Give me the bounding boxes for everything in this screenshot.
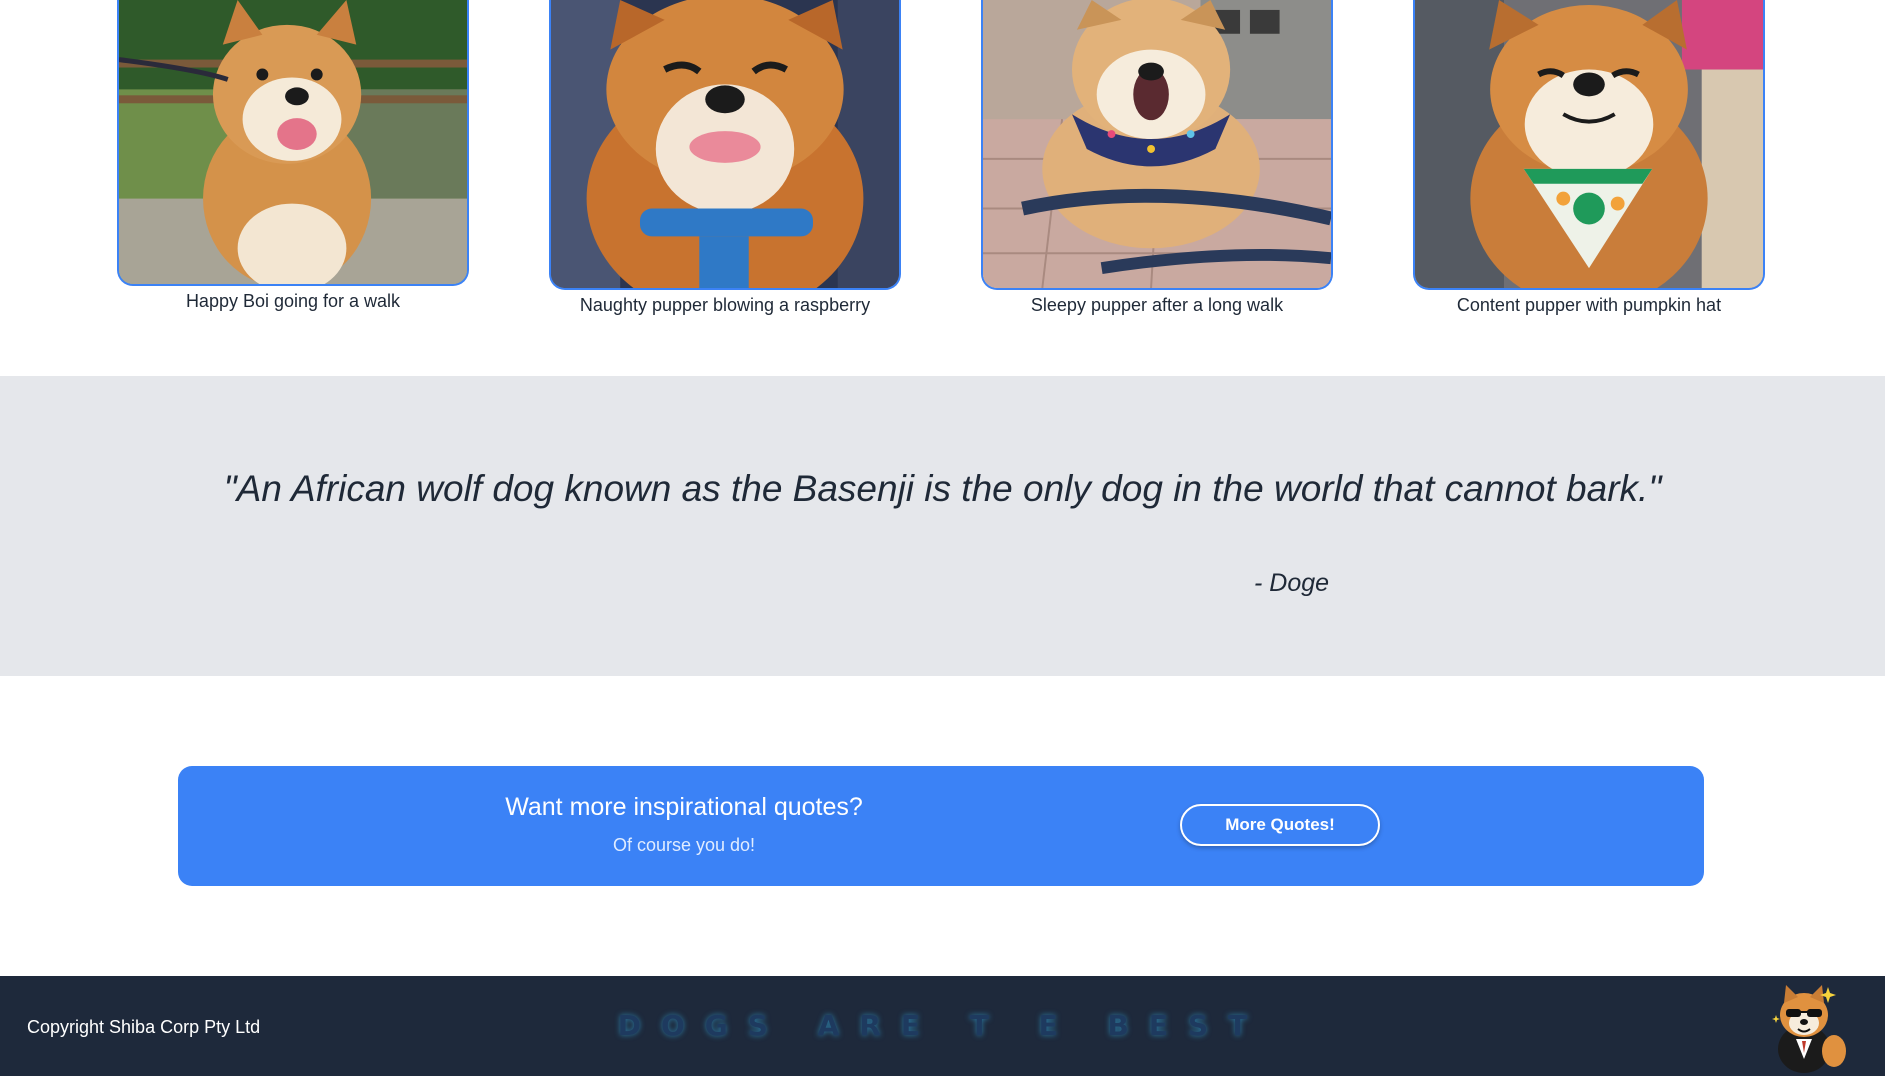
- dog-photo[interactable]: [549, 0, 901, 290]
- photo-caption: Naughty pupper blowing a raspberry: [579, 295, 871, 315]
- footer: Copyright Shiba Corp Pty Ltd DOGS ARE T …: [0, 976, 1885, 1076]
- gallery-card-content-pupper: Content pupper with pumpkin hat: [1413, 0, 1765, 316]
- quote-text: "An African wolf dog known as the Basenj…: [223, 468, 1662, 509]
- footer-tagline: DOGS ARE T E BEST: [617, 1009, 1268, 1042]
- photo-caption: Happy Boi going for a walk: [185, 291, 401, 311]
- gallery-card-naughty-pupper: Naughty pupper blowing a raspberry: [549, 0, 901, 316]
- dog-photo[interactable]: [981, 0, 1333, 290]
- photo-caption: Content pupper with pumpkin hat: [1456, 295, 1722, 315]
- more-quotes-button[interactable]: More Quotes!: [1180, 804, 1380, 846]
- photo-gallery: Happy Boi going for a walk Naughty puppe…: [0, 0, 1885, 376]
- quote-author: - Doge: [1254, 569, 1330, 597]
- photo-caption: Sleepy pupper after a long walk: [1030, 295, 1284, 315]
- dog-photo[interactable]: [1413, 0, 1765, 290]
- gallery-card-sleepy-pupper: Sleepy pupper after a long walk: [981, 0, 1333, 316]
- dog-photo[interactable]: [117, 0, 469, 286]
- cta-subheading: Of course you do!: [612, 835, 756, 855]
- more-quotes-banner: Want more inspirational quotes? Of cours…: [178, 766, 1704, 886]
- cta-heading: Want more inspirational quotes?: [505, 793, 863, 821]
- gallery-card-happy-boi: Happy Boi going for a walk: [117, 0, 469, 312]
- shiba-mascot-icon: [1756, 979, 1852, 1075]
- quote-section: "An African wolf dog known as the Basenj…: [0, 376, 1885, 676]
